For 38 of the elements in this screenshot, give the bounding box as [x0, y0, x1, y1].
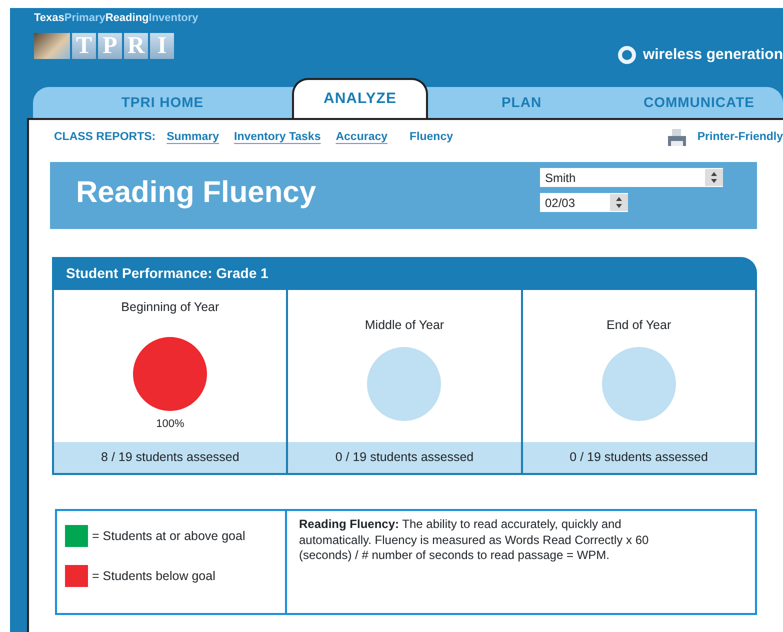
logo-letter: T: [72, 32, 96, 58]
partner-name: wireless generation: [642, 44, 783, 65]
logo-letter: I: [150, 32, 174, 58]
spinner-arrows-icon: [711, 172, 717, 183]
legend-label: = Students at or above goal: [92, 528, 246, 545]
teacher-select[interactable]: Smith: [540, 168, 723, 187]
nav-tab[interactable]: ANALYZE: [292, 78, 428, 118]
period-label: Beginning of Year: [121, 299, 220, 316]
tagline-word: Primary: [64, 12, 106, 24]
nav-tab[interactable]: TPRI HOME: [33, 87, 292, 118]
tagline-word: Inventory: [148, 12, 198, 24]
logo-letter: R: [124, 32, 148, 58]
report-link[interactable]: Inventory Tasks: [234, 129, 321, 147]
period-label: End of Year: [606, 317, 672, 334]
photo-placeholder: [34, 32, 70, 58]
report-link[interactable]: Summary: [166, 129, 220, 147]
tagline-word: Texas: [34, 12, 64, 24]
logo-letter: P: [98, 32, 122, 58]
percent-label: 100%: [156, 416, 184, 432]
period-label: Middle of Year: [364, 317, 444, 334]
assessed-count: 0 / 19 students assessed: [288, 442, 521, 473]
printer-friendly-link[interactable]: Printer-Friendly: [697, 129, 783, 147]
nav-tab[interactable]: COMMUNICATE: [615, 87, 783, 118]
tagline-word: Reading: [105, 12, 149, 24]
assessed-count: 8 / 19 students assessed: [54, 442, 286, 473]
report-link[interactable]: Accuracy: [336, 129, 388, 147]
legend-label: = Students below goal: [92, 568, 216, 585]
spinner-arrows-icon: [616, 197, 622, 208]
report-link[interactable]: Fluency: [410, 129, 453, 147]
report-nav-label: CLASS REPORTS:: [54, 130, 156, 146]
page-title: Reading Fluency: [76, 175, 316, 211]
nav-tab[interactable]: PLAN: [428, 87, 615, 118]
printer-icon[interactable]: [667, 128, 688, 148]
section-header: Student Performance: Grade 1: [52, 257, 757, 290]
ring-logo-icon: [616, 45, 637, 65]
definition-text: Reading Fluency: The ability to read accurately, quickly and automatically. Fluency is measured as Words Read Correctly x 60 (seconds) / # number of seconds to read passage = WPM.: [298, 516, 650, 564]
date-select[interactable]: 02/03: [540, 193, 628, 212]
assessed-count: 0 / 19 students assessed: [522, 442, 755, 473]
